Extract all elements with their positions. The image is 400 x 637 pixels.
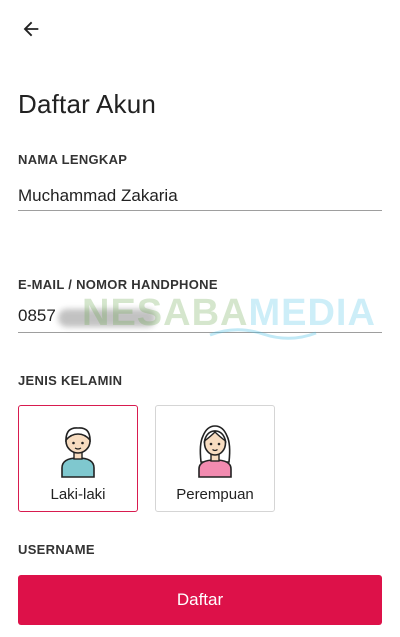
register-screen: Daftar Akun NAMA LENGKAP E-MAIL / NOMOR … xyxy=(0,0,400,637)
gender-option-male-label: Laki-laki xyxy=(50,486,106,503)
gender-label: JENIS KELAMIN xyxy=(18,373,123,388)
female-avatar-icon xyxy=(198,425,232,478)
full-name-input[interactable] xyxy=(18,181,382,211)
male-avatar-icon xyxy=(61,427,95,478)
email-phone-label: E-MAIL / NOMOR HANDPHONE xyxy=(18,277,218,292)
username-label: USERNAME xyxy=(18,542,95,557)
register-button[interactable]: Daftar xyxy=(18,575,382,625)
page-title: Daftar Akun xyxy=(18,89,157,119)
redacted-number-blur xyxy=(58,309,156,327)
back-button[interactable] xyxy=(14,12,48,46)
arrow-left-icon xyxy=(23,21,39,37)
email-phone-field xyxy=(18,300,382,333)
gender-option-female[interactable]: Perempuan xyxy=(155,405,275,512)
full-name-label: NAMA LENGKAP xyxy=(18,152,128,167)
gender-option-female-label: Perempuan xyxy=(176,486,254,503)
gender-option-male[interactable]: Laki-laki xyxy=(18,405,138,512)
